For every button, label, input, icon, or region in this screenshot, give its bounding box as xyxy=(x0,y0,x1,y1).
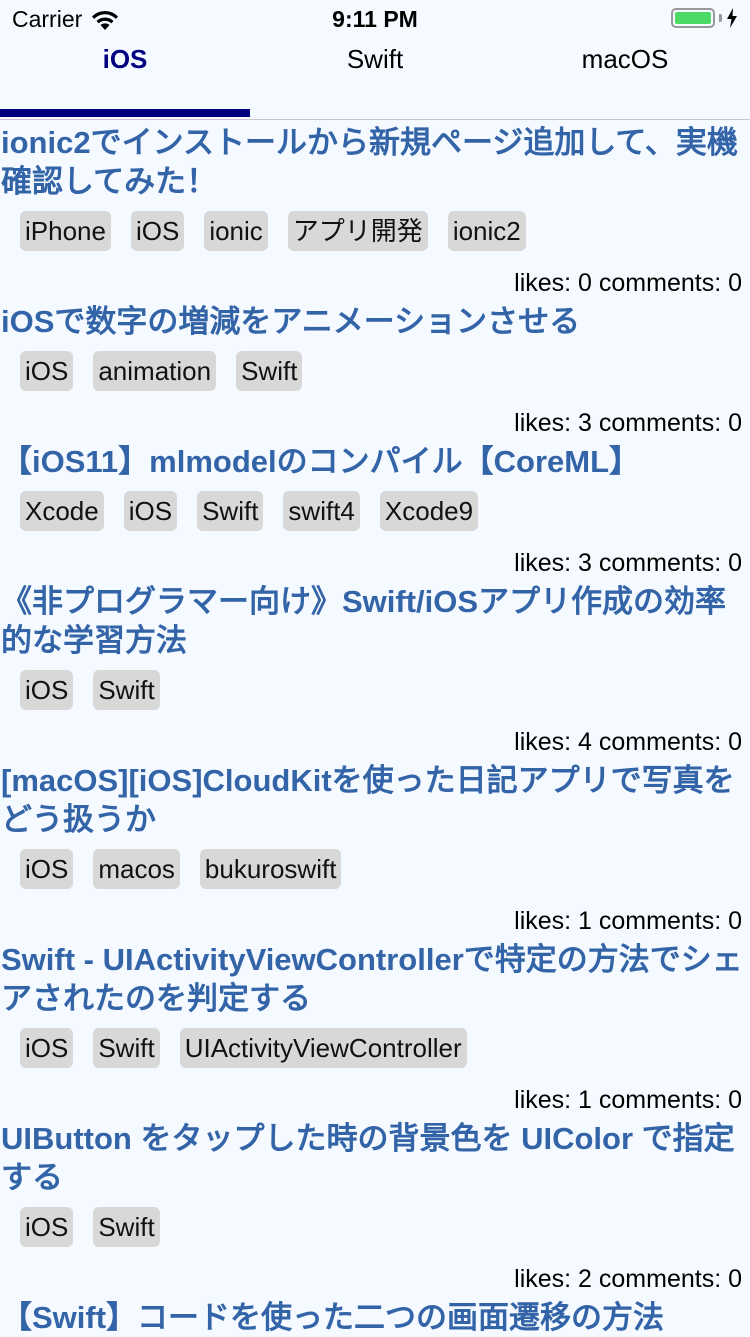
article-title-link[interactable]: 【Swift】コードを使った二つの画面遷移の方法 xyxy=(0,1295,750,1337)
article-stats: likes: 4 comments: 0 xyxy=(514,728,742,756)
tag-chip[interactable]: animation xyxy=(93,351,217,391)
tab-ios[interactable]: iOS xyxy=(0,40,250,120)
tag-chip[interactable]: UIActivityViewController xyxy=(179,1028,467,1068)
article-stats: likes: 3 comments: 0 xyxy=(514,549,742,577)
tag-chip[interactable]: Swift xyxy=(93,1028,160,1068)
tag-chip[interactable]: iPhone xyxy=(20,211,111,251)
tag-chip[interactable]: iOS xyxy=(130,211,185,251)
article-stats: likes: 1 comments: 0 xyxy=(514,907,742,935)
status-bar: Carrier 9:11 PM xyxy=(0,0,750,40)
tag-chip[interactable]: Swift xyxy=(236,351,303,391)
clock: 9:11 PM xyxy=(332,6,418,32)
tag-chip[interactable]: Xcode9 xyxy=(379,491,479,531)
article-item[interactable]: 【Swift】コードを使った二つの画面遷移の方法 xyxy=(0,1295,750,1337)
article-list[interactable]: ionic2でインストールから新規ページ追加して、実機確認してみた！ iPhone… xyxy=(0,120,750,1337)
tag-list: iOS Swift xyxy=(0,1197,750,1249)
article-title-link[interactable]: 【iOS11】mlmodelのコンパイル【CoreML】 xyxy=(0,439,750,481)
tag-chip[interactable]: iOS xyxy=(20,849,74,889)
article-stats: likes: 2 comments: 0 xyxy=(514,1265,742,1293)
article-title-link[interactable]: ionic2でインストールから新規ページ追加して、実機確認してみた！ xyxy=(0,120,750,201)
tag-list: iOS macos bukuroswift xyxy=(0,839,750,891)
tag-chip[interactable]: bukuroswift xyxy=(199,849,342,889)
tag-chip[interactable]: swift4 xyxy=(283,491,360,531)
tab-bar: iOS Swift macOS xyxy=(0,40,750,120)
tag-list: iOS Swift UIActivityViewController xyxy=(0,1018,750,1070)
article-item[interactable]: Swift - UIActivityViewControllerで特定の方法でシ… xyxy=(0,937,750,1116)
charging-bolt-icon xyxy=(727,8,737,28)
article-title-link[interactable]: Swift - UIActivityViewControllerで特定の方法でシ… xyxy=(0,937,750,1018)
tag-chip[interactable]: iOS xyxy=(20,351,74,391)
article-title-link[interactable]: [macOS][iOS]CloudKitを使った日記アプリで写真をどう扱うか xyxy=(0,758,750,839)
tag-chip[interactable]: macos xyxy=(93,849,180,889)
article-stats: likes: 1 comments: 0 xyxy=(514,1086,742,1114)
article-item[interactable]: 《非プログラマー向け》Swift/iOSアプリ作成の効率的な学習方法 iOS Swi… xyxy=(0,579,750,758)
tag-chip[interactable]: ionic xyxy=(204,211,268,251)
tab-macos[interactable]: macOS xyxy=(500,40,750,120)
article-item[interactable]: 【iOS11】mlmodelのコンパイル【CoreML】 Xcode iOS Swif… xyxy=(0,439,750,579)
article-title-link[interactable]: iOSで数字の増減をアニメーションさせる xyxy=(0,299,750,341)
article-title-link[interactable]: 《非プログラマー向け》Swift/iOSアプリ作成の効率的な学習方法 xyxy=(0,579,750,660)
tag-list: iOS animation Swift xyxy=(0,341,750,393)
tag-chip[interactable]: ionic2 xyxy=(447,211,526,251)
battery-level xyxy=(675,12,711,24)
tag-list: iOS Swift xyxy=(0,660,750,712)
battery-indicator xyxy=(671,8,738,28)
tag-chip[interactable]: iOS xyxy=(20,1207,74,1247)
tag-chip[interactable]: iOS xyxy=(123,491,178,531)
active-tab-indicator xyxy=(0,109,250,117)
tag-chip[interactable]: アプリ開発 xyxy=(287,211,428,251)
tag-list: iPhone iOS ionic アプリ開発 ionic2 xyxy=(0,201,750,253)
article-item[interactable]: iOSで数字の増減をアニメーションさせる iOS animation Swift lik… xyxy=(0,299,750,439)
article-item[interactable]: ionic2でインストールから新規ページ追加して、実機確認してみた！ iPhone… xyxy=(0,120,750,299)
tab-swift[interactable]: Swift xyxy=(250,40,500,120)
tag-chip[interactable]: Swift xyxy=(197,491,264,531)
article-item[interactable]: [macOS][iOS]CloudKitを使った日記アプリで写真をどう扱うか iO… xyxy=(0,758,750,937)
article-item[interactable]: UIButton をタップした時の背景色を UIColor で指定する iOS Sw… xyxy=(0,1116,750,1295)
tag-chip[interactable]: Xcode xyxy=(20,491,104,531)
article-title-link[interactable]: UIButton をタップした時の背景色を UIColor で指定する xyxy=(0,1116,750,1197)
article-stats: likes: 0 comments: 0 xyxy=(514,269,742,297)
tag-chip[interactable]: iOS xyxy=(20,1028,74,1068)
battery-icon xyxy=(671,8,715,28)
tag-chip[interactable]: Swift xyxy=(93,670,160,710)
tag-chip[interactable]: iOS xyxy=(20,670,74,710)
article-stats: likes: 3 comments: 0 xyxy=(514,409,742,437)
tag-list: Xcode iOS Swift swift4 Xcode9 xyxy=(0,481,750,533)
tag-chip[interactable]: Swift xyxy=(93,1207,160,1247)
